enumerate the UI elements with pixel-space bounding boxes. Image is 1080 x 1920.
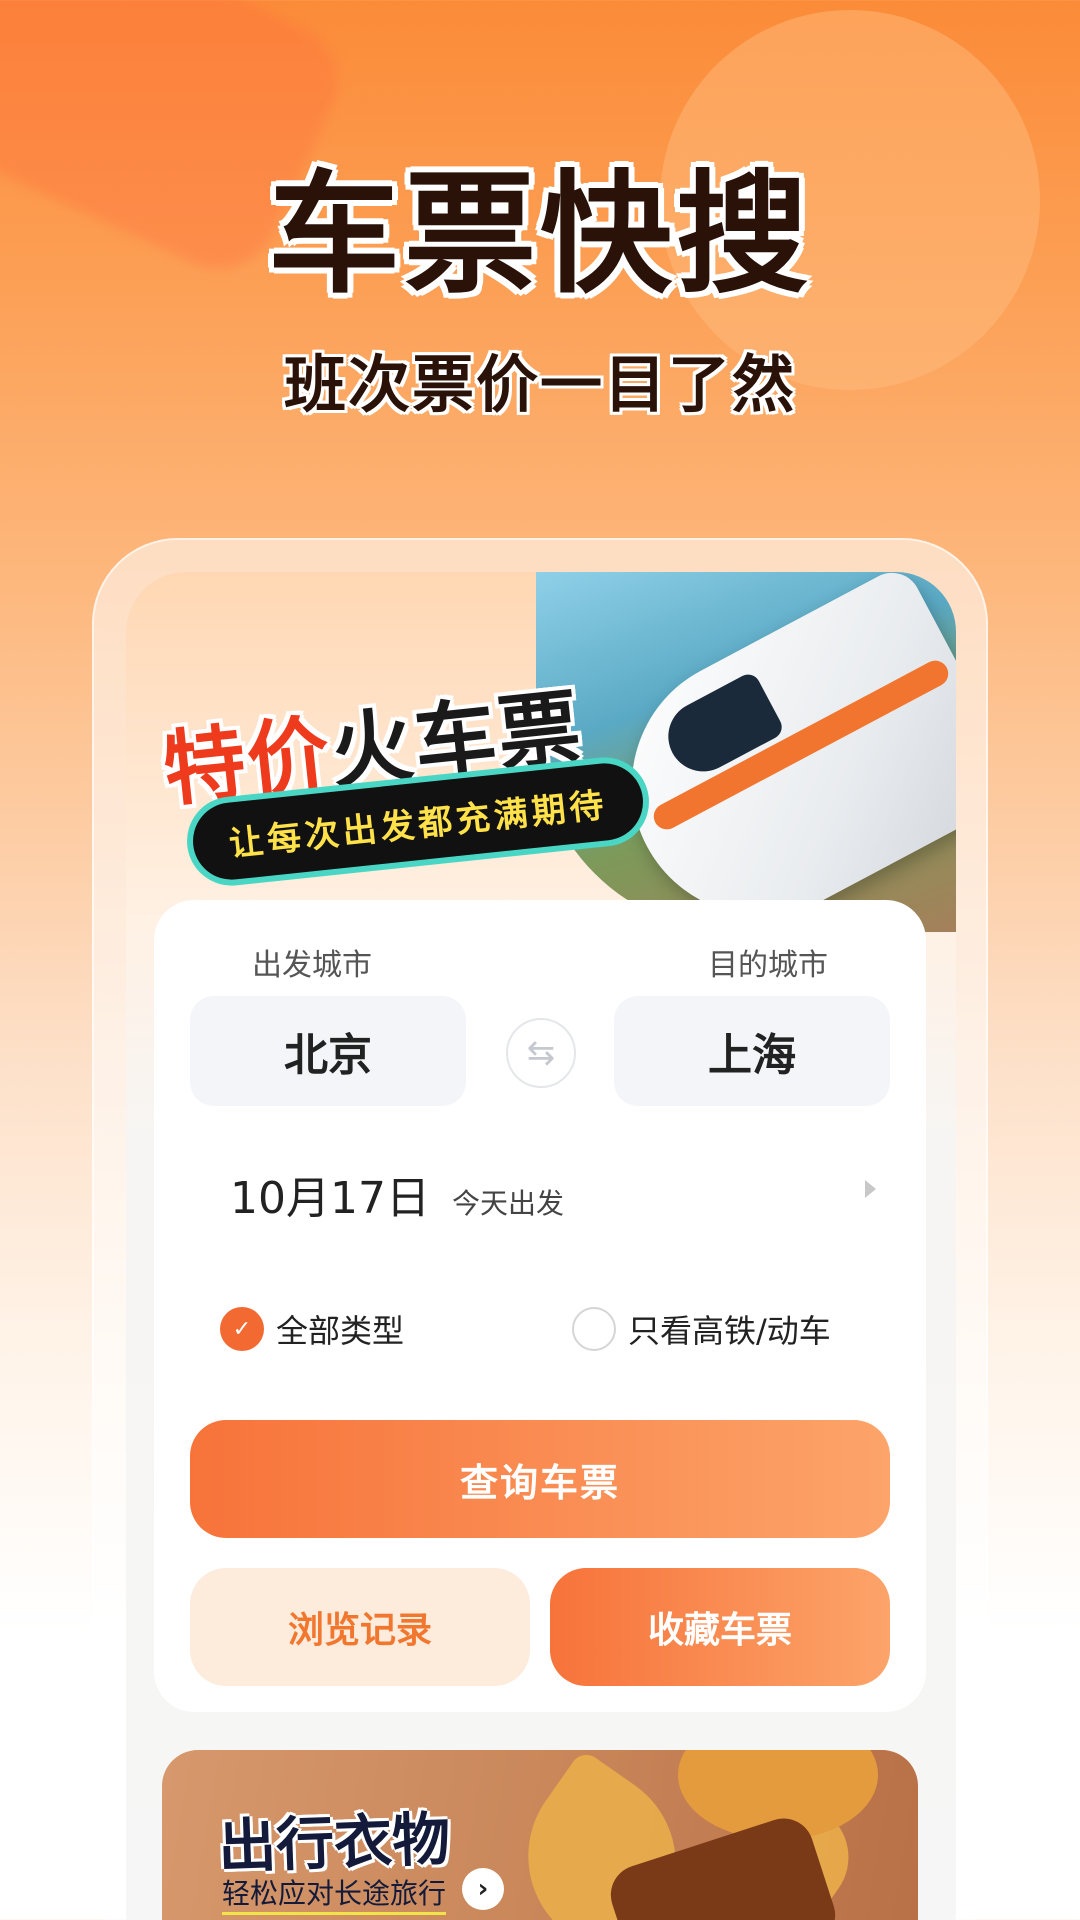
browse-history-button[interactable]: 浏览记录	[190, 1568, 530, 1686]
swap-arrows-icon: ⇆	[526, 1033, 556, 1073]
filter-all-types[interactable]: ✓ 全部类型	[220, 1306, 404, 1352]
promo-title: 出行衣物	[217, 1804, 452, 1882]
checkmark-icon[interactable]: ✓	[220, 1307, 264, 1351]
filter-high-speed-label: 只看高铁/动车	[628, 1312, 831, 1350]
chevron-right-icon[interactable]	[865, 1180, 876, 1198]
hero-title: 车票快搜	[268, 158, 812, 312]
filter-high-speed-only[interactable]: 只看高铁/动车	[572, 1306, 831, 1352]
departure-date: 10月17日	[230, 1173, 430, 1224]
train-illustration	[536, 572, 956, 932]
travel-clothing-promo[interactable]: 出行衣物 轻松应对长途旅行 ›	[162, 1750, 918, 1920]
radio-empty-icon[interactable]	[572, 1307, 616, 1351]
date-picker-row[interactable]: 10月17日 今天出发	[230, 1162, 564, 1226]
from-city-label: 出发城市	[252, 948, 372, 983]
departure-date-note: 今天出发	[451, 1187, 564, 1220]
swap-cities-button[interactable]: ⇆	[506, 1018, 576, 1088]
search-tickets-button[interactable]: 查询车票	[190, 1420, 890, 1538]
hero-subtitle: 班次票价一目了然	[283, 348, 796, 421]
promo-subtitle: 轻松应对长途旅行	[222, 1872, 447, 1915]
chevron-right-icon[interactable]: ›	[462, 1868, 504, 1910]
filter-all-types-label: 全部类型	[276, 1312, 405, 1350]
ticket-search-card: 出发城市 目的城市 北京 ⇆ 上海 10月17日 今天出发 ✓ 全部类型 只看高…	[154, 900, 926, 1712]
from-city-field[interactable]: 北京	[190, 996, 466, 1106]
favorite-tickets-button[interactable]: 收藏车票	[550, 1568, 890, 1686]
to-city-label: 目的城市	[708, 948, 828, 983]
to-city-field[interactable]: 上海	[614, 996, 890, 1106]
